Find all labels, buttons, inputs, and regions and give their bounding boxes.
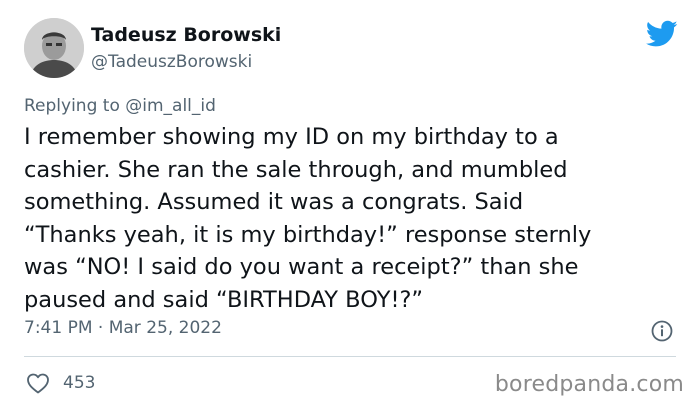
reply-context: Replying to @im_all_id <box>24 96 216 116</box>
reply-mention-link[interactable]: @im_all_id <box>125 96 216 116</box>
heart-icon[interactable] <box>26 372 50 394</box>
info-icon[interactable] <box>651 320 673 342</box>
divider <box>24 356 676 357</box>
twitter-bird-icon[interactable] <box>645 20 678 48</box>
tweet-text: I remember showing my ID on my birthday … <box>24 124 592 313</box>
watermark: boredpanda.com <box>494 372 684 397</box>
tweet-timestamp[interactable]: 7:41 PM · Mar 25, 2022 <box>24 318 222 338</box>
author-name[interactable]: Tadeusz Borowski <box>91 24 281 46</box>
avatar[interactable] <box>24 18 84 78</box>
reply-prefix: Replying to <box>24 96 126 116</box>
author-handle[interactable]: @TadeuszBorowski <box>91 52 252 72</box>
like-count: 453 <box>63 373 96 393</box>
avatar-photo <box>24 18 84 78</box>
